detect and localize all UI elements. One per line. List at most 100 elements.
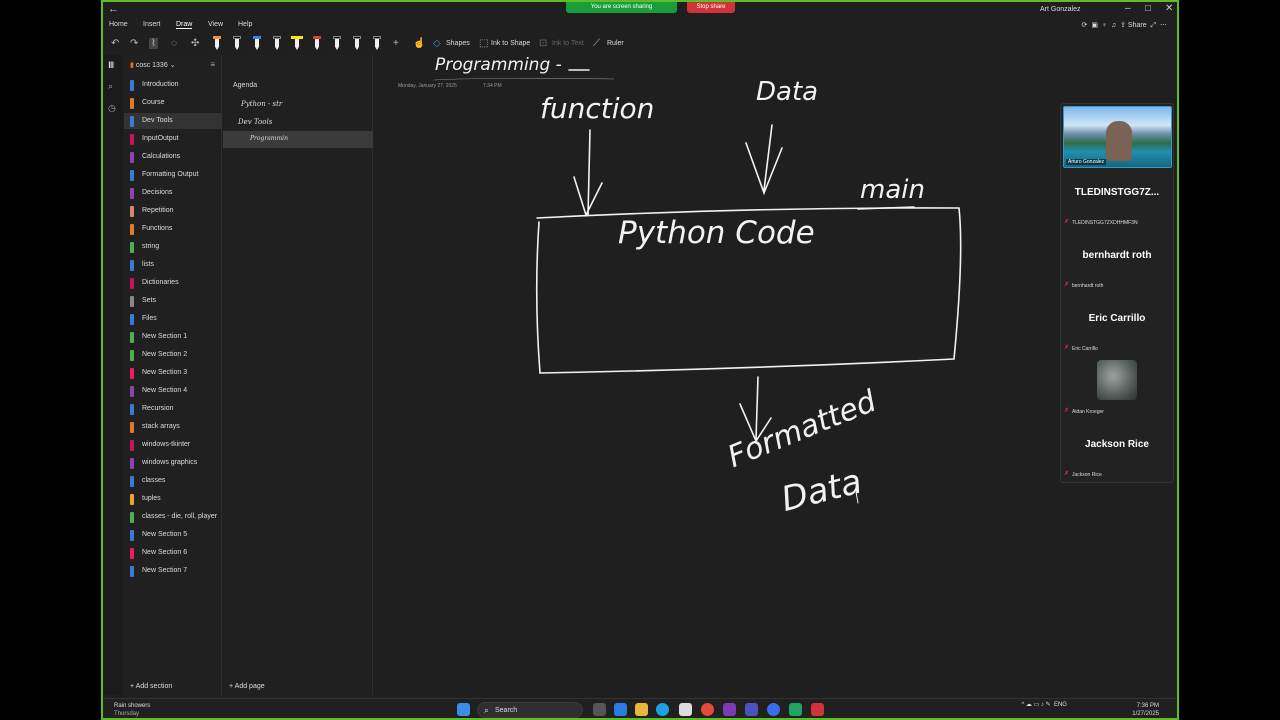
section-item[interactable]: Course [124,95,222,111]
redo-icon[interactable]: ↷ [130,38,138,49]
back-arrow-icon[interactable]: ← [108,3,119,15]
add-pen-icon[interactable]: + [393,38,399,49]
section-item[interactable]: Repetition [124,203,222,219]
page-item-dev-tools[interactable]: Dev Tools [223,114,373,131]
lasso-select-icon[interactable]: ⌇ [149,38,158,49]
section-item[interactable]: New Section 3 [124,365,222,381]
section-item[interactable]: Recursion [124,401,222,417]
section-item[interactable]: InputOutput [124,131,222,147]
maximize-icon[interactable]: □ [1145,3,1151,14]
add-section-button[interactable]: + Add section [130,683,172,690]
section-item[interactable]: New Section 4 [124,383,222,399]
chrome-profile-icon[interactable] [767,703,780,716]
minimize-icon[interactable]: – [1125,3,1131,14]
more-icon[interactable]: ⋯ [1160,22,1167,29]
pen-dark-icon[interactable] [273,36,281,51]
ink-to-shape-button[interactable]: Ink to Shape [491,40,530,47]
shapes-button[interactable]: Shapes [446,40,470,47]
participant-tile[interactable]: ✗ Aidan Kroeger [1061,356,1173,419]
section-item[interactable]: Dictionaries [124,275,222,291]
edge-icon[interactable] [656,703,669,716]
pen-black3-icon[interactable] [353,36,361,51]
chrome-icon[interactable] [701,703,714,716]
sync-icon[interactable]: ⟳ [1082,22,1088,29]
notebook-icon[interactable]: ▣ [1091,22,1098,29]
share-button[interactable]: ⇪ Share [1120,22,1147,29]
bell-icon[interactable]: ♫ [1111,22,1116,29]
add-space-icon[interactable]: ✣ [191,38,199,49]
pen-black4-icon[interactable] [373,36,381,51]
pen-red-icon[interactable] [313,36,321,51]
page-item-python-str[interactable]: Python - str [223,96,373,113]
teams-icon[interactable] [745,703,758,716]
menu-home[interactable]: Home [109,21,128,28]
ruler-icon[interactable]: ⟋ [593,38,600,49]
section-item[interactable]: Formatting Output [124,167,222,183]
participant-tile[interactable]: Eric Carrillo ✗ Eric Carrillo [1061,293,1173,356]
section-item[interactable]: stack arrays [124,419,222,435]
notebook-picker[interactable]: ▮ cosc 1336 ⌄ [130,61,176,69]
participant-tile[interactable]: TLEDINSTGG7Z... ✗ TLEDINSTGG7ZXDHHMF3N [1061,167,1173,230]
ink-to-shape-icon[interactable]: ⬚ [479,38,488,49]
section-item[interactable]: New Section 2 [124,347,222,363]
section-item[interactable]: Introduction [124,77,222,93]
close-icon[interactable]: ✕ [1165,3,1173,14]
section-item[interactable]: Files [124,311,222,327]
section-item[interactable]: classes [124,473,222,489]
section-item[interactable]: New Section 1 [124,329,222,345]
store-icon[interactable] [679,703,692,716]
pen-black2-icon[interactable] [333,36,341,51]
menu-draw[interactable]: Draw [176,21,193,29]
menu-help[interactable]: Help [238,21,252,28]
participant-tile[interactable]: bernhardt roth ✗ bernhardt roth [1061,230,1173,293]
lightbulb-icon[interactable]: ♀ [1102,22,1107,29]
section-item[interactable]: tuples [124,491,222,507]
highlighter-yellow-icon[interactable] [291,36,303,51]
notebooks-icon[interactable]: Ⅲ [108,60,114,71]
weather-widget[interactable]: Rain showers Thursday [114,702,150,718]
excel-icon[interactable] [789,703,802,716]
section-item[interactable]: windows graphics [124,455,222,471]
section-item[interactable]: New Section 5 [124,527,222,543]
pen-orange-icon[interactable] [213,36,221,51]
section-item[interactable]: lists [124,257,222,273]
task-view-icon[interactable] [593,703,606,716]
section-item[interactable]: Dev Tools [124,113,222,129]
onenote-icon[interactable] [723,703,736,716]
shapes-icon[interactable]: ◇ [433,38,441,49]
user-name[interactable]: Art Gonzalez [1040,6,1080,13]
page-item-agenda[interactable]: Agenda [223,78,373,95]
presenter-video[interactable]: Arturo Gonzalez [1063,106,1172,168]
search-icon[interactable]: ⌕ [108,81,113,92]
pen-black-icon[interactable] [233,36,241,51]
section-item[interactable]: New Section 6 [124,545,222,561]
file-explorer-icon[interactable] [635,703,648,716]
eraser-icon[interactable]: ◌ [171,38,177,49]
stop-share-button[interactable]: Stop share [687,2,735,13]
copilot-icon[interactable] [614,703,627,716]
participant-tile[interactable]: Jackson Rice ✗ Jackson Rice [1061,419,1173,482]
undo-icon[interactable]: ↶ [111,38,119,49]
start-icon[interactable] [457,703,470,716]
section-item[interactable]: Calculations [124,149,222,165]
pen-blue-icon[interactable] [253,36,261,51]
section-item[interactable]: New Section 7 [124,563,222,579]
section-item[interactable]: Decisions [124,185,222,201]
menu-insert[interactable]: Insert [143,21,161,28]
sort-icon[interactable]: ≡ [210,60,215,69]
section-item[interactable]: classes - die, roll, player [124,509,222,525]
touch-draw-icon[interactable]: ☝ [413,38,425,49]
acrobat-icon[interactable] [811,703,824,716]
section-item[interactable]: windows-tkinter [124,437,222,453]
recent-icon[interactable]: ◷ [108,103,116,114]
section-item[interactable]: Sets [124,293,222,309]
ruler-button[interactable]: Ruler [607,40,624,47]
add-page-button[interactable]: + Add page [229,683,265,690]
taskbar-search[interactable]: ⌕ Search [477,702,583,718]
section-item[interactable]: Functions [124,221,222,237]
page-item-programming[interactable]: Programmin [223,131,373,148]
menu-view[interactable]: View [208,21,223,28]
note-canvas[interactable]: Monday, January 27, 2025 7:34 PM Program… [374,55,1177,695]
expand-icon[interactable]: ⤢ [1151,22,1157,29]
section-item[interactable]: string [124,239,222,255]
